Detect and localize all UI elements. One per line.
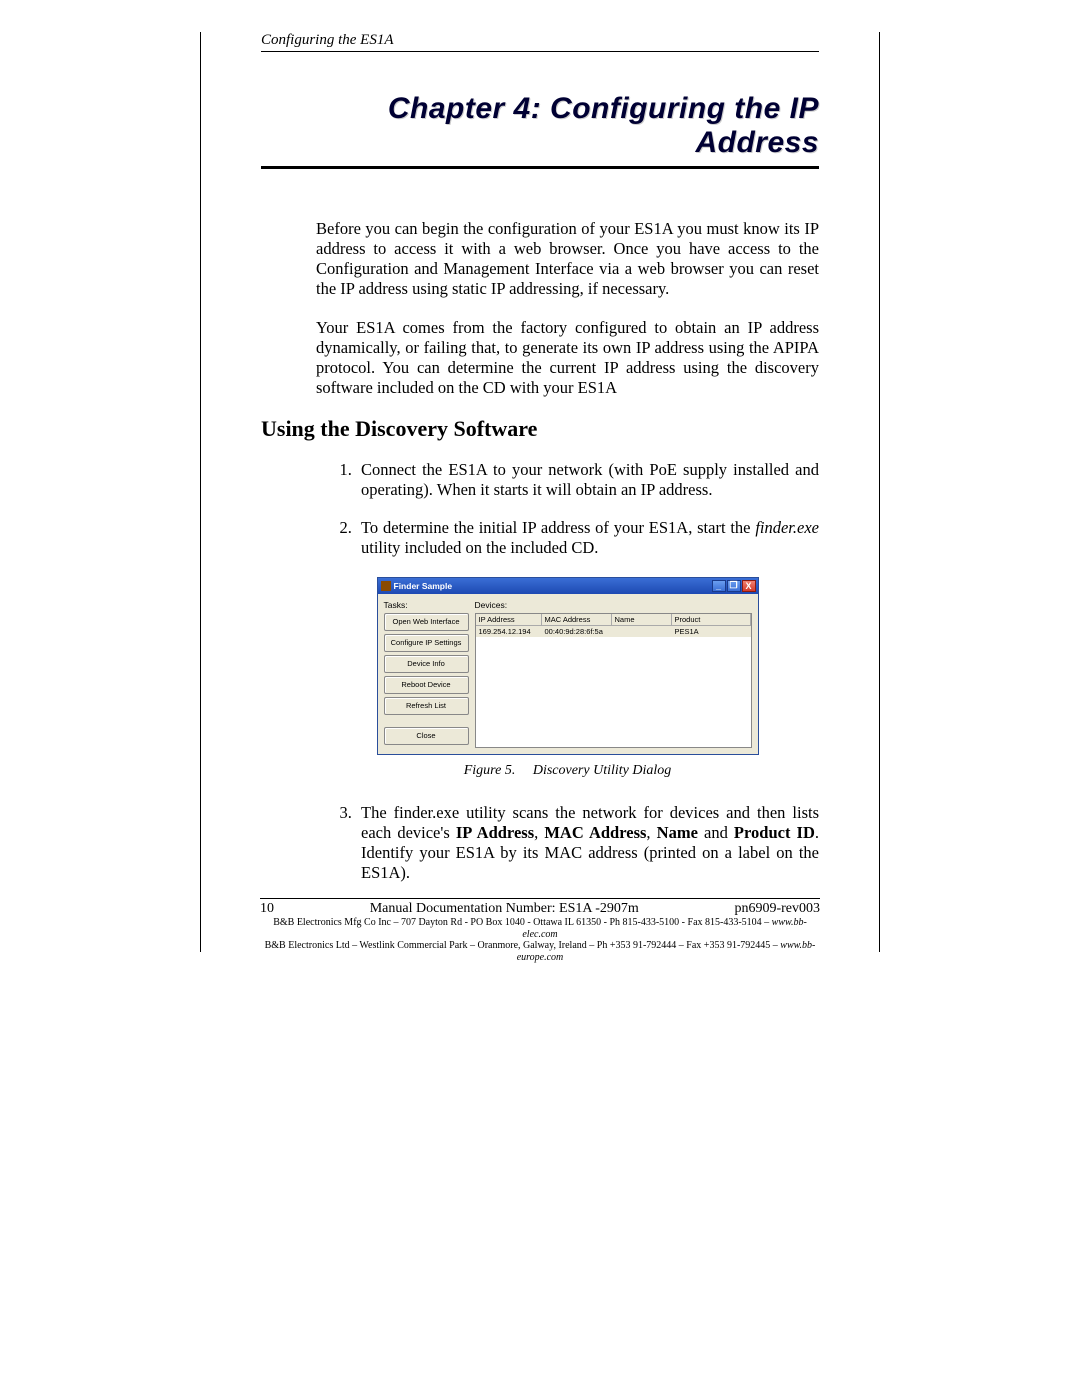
col-ip[interactable]: IP Address (476, 614, 542, 625)
window-title: Finder Sample (394, 581, 712, 591)
device-info-button[interactable]: Device Info (384, 655, 469, 673)
titlebar: Finder Sample _ ❐ X (378, 578, 758, 594)
step-3-c1: , (534, 823, 544, 842)
step-3-product: Product ID (734, 823, 815, 842)
footer-eu-text: B&B Electronics Ltd – Westlink Commercia… (265, 940, 781, 951)
devices-label: Devices: (475, 600, 752, 610)
devices-table[interactable]: IP Address MAC Address Name Product 169.… (475, 613, 752, 748)
step-3-ip: IP Address (456, 823, 534, 842)
step-3-name: Name (657, 823, 698, 842)
step-2-text-a: To determine the initial IP address of y… (361, 518, 755, 537)
footer-address-eu: B&B Electronics Ltd – Westlink Commercia… (260, 940, 820, 963)
page-footer: 10 Manual Documentation Number: ES1A -29… (200, 898, 880, 963)
app-icon (381, 581, 391, 591)
footer-us-text: B&B Electronics Mfg Co Inc – 707 Dayton … (273, 917, 771, 928)
cell-name (612, 626, 672, 637)
page-number: 10 (260, 901, 274, 917)
close-button[interactable]: Close (384, 727, 469, 745)
chapter-title: Chapter 4: Configuring the IP Address (261, 92, 819, 169)
running-header: Configuring the ES1A (261, 32, 819, 52)
step-2-text-b: utility included on the included CD. (361, 538, 598, 557)
devices-panel: Devices: IP Address MAC Address Name Pro… (475, 600, 752, 748)
col-product[interactable]: Product (672, 614, 751, 625)
configure-ip-button[interactable]: Configure IP Settings (384, 634, 469, 652)
content-frame: Configuring the ES1A Chapter 4: Configur… (200, 32, 880, 952)
intro-paragraph-2: Your ES1A comes from the factory configu… (316, 318, 819, 399)
step-3-c3: and (698, 823, 734, 842)
cell-product: PES1A (672, 626, 751, 637)
col-name[interactable]: Name (612, 614, 672, 625)
table-row[interactable]: 169.254.12.194 00:40:9d:28:6f:5a PES1A (476, 626, 751, 637)
minimize-button[interactable]: _ (712, 580, 726, 592)
step-2: To determine the initial IP address of y… (356, 518, 819, 558)
footer-doc-number: Manual Documentation Number: ES1A -2907m (274, 901, 734, 917)
figure-text: Discovery Utility Dialog (533, 763, 671, 778)
open-web-interface-button[interactable]: Open Web Interface (384, 613, 469, 631)
refresh-list-button[interactable]: Refresh List (384, 697, 469, 715)
tasks-panel: Tasks: Open Web Interface Configure IP S… (384, 600, 469, 748)
maximize-button[interactable]: ❐ (727, 580, 741, 592)
steps-list: Connect the ES1A to your network (with P… (316, 460, 819, 559)
cell-mac: 00:40:9d:28:6f:5a (542, 626, 612, 637)
intro-paragraph-1: Before you can begin the configuration o… (316, 219, 819, 300)
step-2-filename: finder.exe (755, 518, 819, 537)
step-1: Connect the ES1A to your network (with P… (356, 460, 819, 500)
col-mac[interactable]: MAC Address (542, 614, 612, 625)
table-header: IP Address MAC Address Name Product (476, 614, 751, 626)
steps-list-cont: The finder.exe utility scans the network… (316, 803, 819, 884)
step-3: The finder.exe utility scans the network… (356, 803, 819, 884)
close-window-button[interactable]: X (742, 580, 756, 592)
figure-label: Figure 5. (464, 763, 516, 778)
finder-window: Finder Sample _ ❐ X Tasks: Open Web Inte… (377, 577, 759, 755)
window-body: Tasks: Open Web Interface Configure IP S… (378, 594, 758, 754)
footer-address-us: B&B Electronics Mfg Co Inc – 707 Dayton … (260, 917, 820, 940)
step-3-c2: , (646, 823, 656, 842)
tasks-label: Tasks: (384, 600, 469, 610)
footer-revision: pn6909-rev003 (734, 901, 820, 917)
page: Configuring the ES1A Chapter 4: Configur… (0, 0, 1080, 1397)
reboot-device-button[interactable]: Reboot Device (384, 676, 469, 694)
figure-caption: Figure 5. Discovery Utility Dialog (316, 763, 819, 779)
cell-ip: 169.254.12.194 (476, 626, 542, 637)
step-3-mac: MAC Address (544, 823, 646, 842)
section-heading: Using the Discovery Software (261, 416, 819, 442)
